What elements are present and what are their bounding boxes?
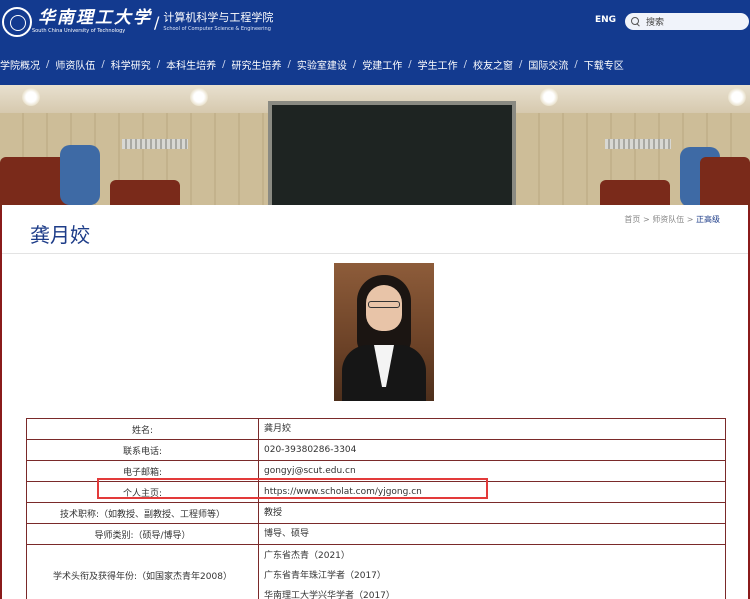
lecture-screen — [268, 101, 516, 210]
field-value: 广东省杰青（2021） 广东省青年珠江学者（2017） 华南理工大学兴华学者（201… — [258, 544, 726, 599]
nav-item[interactable]: 研究生培养 — [232, 57, 282, 72]
school-name-cn: 计算机科学与工程学院 — [163, 11, 274, 24]
banner-image — [0, 85, 750, 210]
nav-item[interactable]: 师资队伍 — [55, 57, 95, 72]
table-row: 姓名: 龚月姣 — [26, 418, 726, 440]
page-title: 龚月姣 — [30, 223, 90, 247]
university-seal-icon — [2, 7, 32, 37]
university-logo[interactable]: 华南理工大学 South China University of Technol… — [2, 4, 273, 40]
field-value-line: 博导、硕导 — [264, 529, 310, 539]
breadcrumb-current[interactable]: 正高级 — [696, 215, 720, 224]
field-label: 联系电话: — [26, 439, 259, 461]
profile-card: 龚月姣 首页 > 师资队伍 > 正高级 姓名: 龚月姣 联系电话: 020-39380… — [2, 205, 748, 599]
nav-separator: / — [352, 58, 357, 70]
field-value-line: 龚月姣 — [264, 424, 292, 434]
field-value: 020-39380286-3304 — [258, 439, 726, 461]
nav-separator: / — [156, 58, 161, 70]
nav-item[interactable]: 学生工作 — [418, 57, 458, 72]
university-name-en: South China University of Technology — [32, 28, 126, 34]
breadcrumb: 首页 > 师资队伍 > 正高级 — [624, 215, 720, 224]
field-label: 导师类别:（硕导/博导） — [26, 523, 259, 545]
breadcrumb-home[interactable]: 首页 — [624, 215, 640, 224]
field-value: 博导、硕导 — [258, 523, 726, 545]
field-value-line: 华南理工大学兴华学者（2017） — [264, 590, 395, 599]
field-value-line: 020-39380286-3304 — [264, 445, 357, 455]
table-row: 学术头衔及获得年份:（如国家杰青年2008） 广东省杰青（2021） 广东省青年珠江… — [26, 544, 726, 599]
field-value: 教授 — [258, 502, 726, 524]
table-row: 技术职称:（如教授、副教授、工程师等） 教授 — [26, 502, 726, 524]
logo-divider: / — [154, 12, 160, 32]
nav-separator: / — [574, 58, 578, 70]
nav-separator: / — [101, 58, 105, 70]
school-name-en: School of Computer Science & Engineering — [163, 26, 271, 32]
search-input[interactable]: 搜索 — [646, 15, 664, 28]
university-name-cn: 华南理工大学 — [38, 8, 152, 28]
nav-item[interactable]: 下载专区 — [584, 57, 624, 72]
field-label: 技术职称:（如教授、副教授、工程师等） — [26, 502, 259, 524]
field-value-line: 广东省青年珠江学者（2017） — [264, 570, 386, 581]
field-value-line: 广东省杰青（2021） — [264, 550, 350, 561]
main-nav: 学院概况 / 师资队伍 / 科学研究 / 本科生培养 / 研究生培养 / 实验室建设 / 党建工作 / 学生… — [0, 54, 750, 74]
field-label: 学术头衔及获得年份:（如国家杰青年2008） — [26, 544, 259, 599]
ceiling-light — [540, 88, 558, 106]
field-label: 姓名: — [26, 418, 259, 440]
nav-separator: / — [519, 58, 523, 70]
field-value-line: 教授 — [264, 508, 283, 518]
ceiling-light — [190, 88, 208, 106]
nav-separator: / — [287, 58, 291, 70]
homepage-highlight-box — [97, 478, 488, 499]
profile-table: 姓名: 龚月姣 联系电话: 020-39380286-3304 电子邮箱: gongyj@… — [26, 418, 726, 599]
site-header: 华南理工大学 South China University of Technol… — [0, 0, 750, 85]
profile-photo — [334, 263, 434, 401]
nav-separator: / — [46, 58, 50, 70]
nav-item[interactable]: 党建工作 — [362, 57, 402, 72]
nav-item[interactable]: 科学研究 — [111, 57, 151, 72]
language-switch[interactable]: ENG — [595, 15, 616, 25]
ceiling-light — [22, 88, 40, 106]
table-row: 导师类别:（硕导/博导） 博导、硕导 — [26, 523, 726, 545]
nav-item[interactable]: 校友之窗 — [473, 57, 513, 72]
table-row: 联系电话: 020-39380286-3304 — [26, 439, 726, 461]
breadcrumb-faculty[interactable]: 师资队伍 — [652, 215, 684, 224]
nav-item[interactable]: 实验室建设 — [297, 57, 347, 72]
ceiling-light — [728, 88, 746, 106]
nav-item[interactable]: 本科生培养 — [166, 57, 216, 72]
search-box[interactable]: 搜索 — [625, 13, 749, 30]
nav-separator: / — [408, 58, 412, 70]
nav-separator: / — [463, 58, 467, 70]
title-divider — [2, 253, 748, 254]
search-icon[interactable] — [631, 17, 640, 26]
nav-item[interactable]: 学院概况 — [0, 57, 40, 72]
field-value: 龚月姣 — [258, 418, 726, 440]
nav-separator: / — [222, 58, 226, 70]
nav-item[interactable]: 国际交流 — [528, 57, 568, 72]
